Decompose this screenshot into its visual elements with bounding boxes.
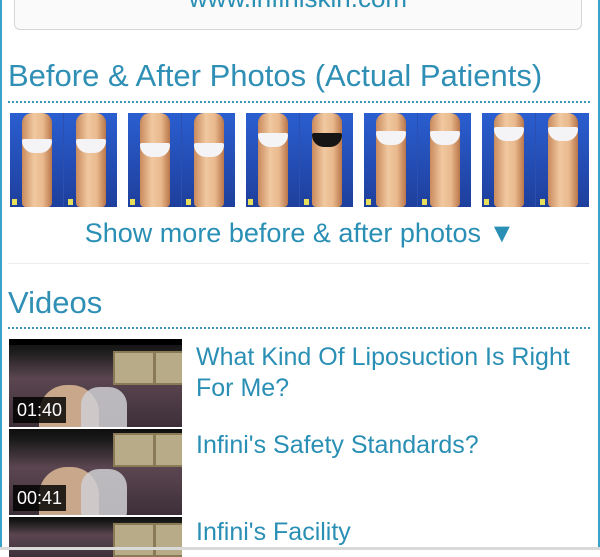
before-after-thumbnail[interactable] <box>482 113 589 207</box>
video-duration: 00:41 <box>13 485 67 511</box>
section-separator <box>8 263 590 264</box>
before-after-heading: Before & After Photos (Actual Patients) <box>8 58 543 93</box>
before-after-thumbnail[interactable] <box>10 113 117 207</box>
video-duration: 01:40 <box>13 397 67 423</box>
before-after-thumbnail[interactable] <box>246 113 353 207</box>
videos-divider <box>8 327 590 329</box>
before-after-gallery <box>10 113 590 207</box>
website-link[interactable]: www.infiniskin.com <box>15 0 581 14</box>
video-title-link[interactable]: Infini's Safety Standards? <box>196 430 591 461</box>
videos-heading: Videos <box>8 285 103 320</box>
show-more-photos-link[interactable]: Show more before & after photos ▼ <box>0 218 600 249</box>
before-after-thumbnail[interactable] <box>128 113 235 207</box>
before-after-divider <box>8 101 590 103</box>
page-left-border <box>0 0 2 550</box>
before-after-thumbnail[interactable] <box>364 113 471 207</box>
video-title-link[interactable]: Infini's Facility <box>196 517 591 548</box>
website-link-box: www.infiniskin.com <box>14 0 582 30</box>
video-thumbnail[interactable]: 00:41 <box>9 429 182 515</box>
video-thumbnail[interactable] <box>9 517 182 557</box>
video-thumbnail[interactable]: 01:40 <box>9 339 182 427</box>
video-title-link[interactable]: What Kind Of Liposuction Is Right For Me… <box>196 342 591 404</box>
